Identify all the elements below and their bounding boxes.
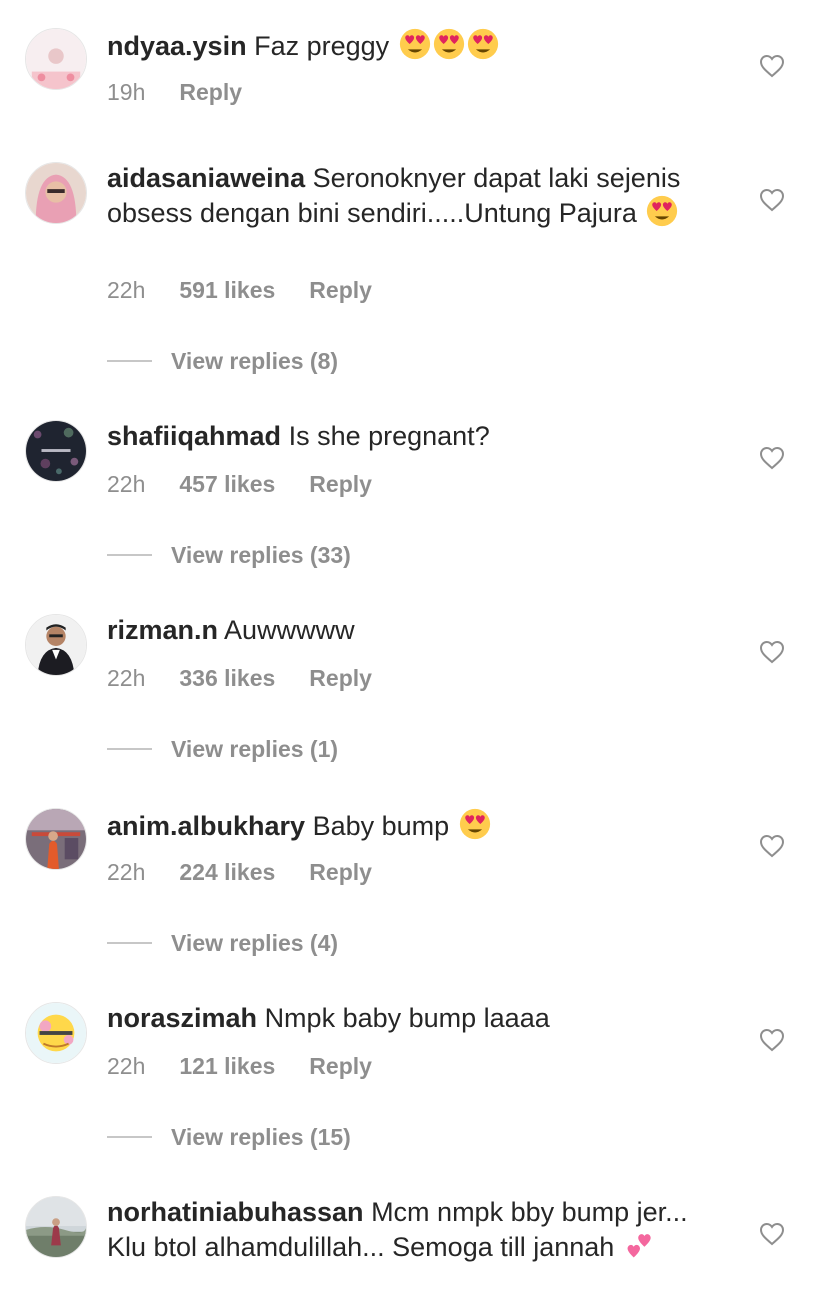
comment-body: Nmpk baby bump laaaa	[264, 1003, 550, 1033]
view-replies-divider	[107, 748, 152, 750]
like-heart-icon[interactable]	[759, 446, 785, 470]
comment-meta: 22h 591 likes Reply	[107, 276, 372, 304]
like-heart-icon[interactable]	[759, 1222, 785, 1246]
comment-text: aidasaniaweina Seronoknyer dapat laki se…	[107, 162, 727, 230]
view-replies-label[interactable]: View replies (4)	[171, 929, 338, 957]
comment-time: 19h	[107, 79, 146, 105]
avatar[interactable]	[25, 614, 87, 676]
view-replies-label[interactable]: View replies (33)	[171, 541, 351, 569]
like-heart-icon[interactable]	[759, 188, 785, 212]
view-replies-label[interactable]: View replies (15)	[171, 1123, 351, 1151]
comment-meta: 22h 457 likes Reply	[107, 470, 372, 498]
comment-username[interactable]: ndyaa.ysin	[107, 31, 247, 61]
comment-meta: 19h Reply	[107, 78, 242, 106]
comment-username[interactable]: aidasaniaweina	[107, 163, 305, 193]
like-count[interactable]: 457 likes	[179, 470, 275, 498]
like-heart-icon[interactable]	[759, 1028, 785, 1052]
heart-eyes-emoji	[459, 808, 490, 840]
comment-time: 22h	[107, 471, 146, 497]
like-count[interactable]: 336 likes	[179, 664, 275, 692]
heart-eyes-emoji	[433, 28, 464, 60]
comment-text: noraszimah Nmpk baby bump laaaa	[107, 1002, 727, 1035]
view-replies-divider	[107, 360, 152, 362]
view-replies-divider	[107, 942, 152, 944]
avatar[interactable]	[25, 1002, 87, 1064]
comment-body: Auwwwww	[224, 615, 355, 645]
comment-text: shafiiqahmad Is she pregnant?	[107, 420, 727, 453]
comment-body: Baby bump	[312, 811, 450, 841]
two-hearts-emoji	[627, 1234, 651, 1258]
heart-eyes-emoji	[647, 195, 678, 227]
comment-username[interactable]: norhatiniabuhassan	[107, 1197, 364, 1227]
like-heart-icon[interactable]	[759, 54, 785, 78]
comment-time: 22h	[107, 665, 146, 691]
like-heart-icon[interactable]	[759, 834, 785, 858]
reply-button[interactable]: Reply	[179, 78, 242, 106]
avatar[interactable]	[25, 808, 87, 870]
avatar[interactable]	[25, 28, 87, 90]
comment-body: Is she pregnant?	[288, 421, 490, 451]
heart-eyes-emoji	[467, 28, 498, 60]
comment-username[interactable]: shafiiqahmad	[107, 421, 281, 451]
comment-time: 22h	[107, 1053, 146, 1079]
comment-username[interactable]: anim.albukhary	[107, 811, 305, 841]
comment-text: ndyaa.ysin Faz preggy	[107, 28, 727, 63]
comment-time: 22h	[107, 859, 146, 885]
comment-username[interactable]: rizman.n	[107, 615, 218, 645]
comment-text: rizman.n Auwwwww	[107, 614, 727, 647]
like-count[interactable]: 591 likes	[179, 276, 275, 304]
like-count[interactable]: 224 likes	[179, 858, 275, 886]
view-replies-label[interactable]: View replies (1)	[171, 735, 338, 763]
comment-text: norhatiniabuhassan Mcm nmpk bby bump jer…	[107, 1196, 727, 1264]
reply-button[interactable]: Reply	[309, 1052, 372, 1080]
like-heart-icon[interactable]	[759, 640, 785, 664]
reply-button[interactable]: Reply	[309, 858, 372, 886]
reply-button[interactable]: Reply	[309, 470, 372, 498]
heart-eyes-emoji	[399, 28, 430, 60]
avatar[interactable]	[25, 162, 87, 224]
avatar[interactable]	[25, 420, 87, 482]
view-replies-divider	[107, 1136, 152, 1138]
comment-meta: 22h 224 likes Reply	[107, 858, 372, 886]
reply-button[interactable]: Reply	[309, 664, 372, 692]
comment-body: Faz preggy	[254, 31, 390, 61]
comment-time: 22h	[107, 277, 146, 303]
reply-button[interactable]: Reply	[309, 276, 372, 304]
comment-username[interactable]: noraszimah	[107, 1003, 257, 1033]
comment-meta: 22h 336 likes Reply	[107, 664, 372, 692]
avatar[interactable]	[25, 1196, 87, 1258]
comment-text: anim.albukhary Baby bump	[107, 808, 727, 843]
view-replies-label[interactable]: View replies (8)	[171, 347, 338, 375]
view-replies-divider	[107, 554, 152, 556]
comment-meta: 22h 121 likes Reply	[107, 1052, 372, 1080]
like-count[interactable]: 121 likes	[179, 1052, 275, 1080]
